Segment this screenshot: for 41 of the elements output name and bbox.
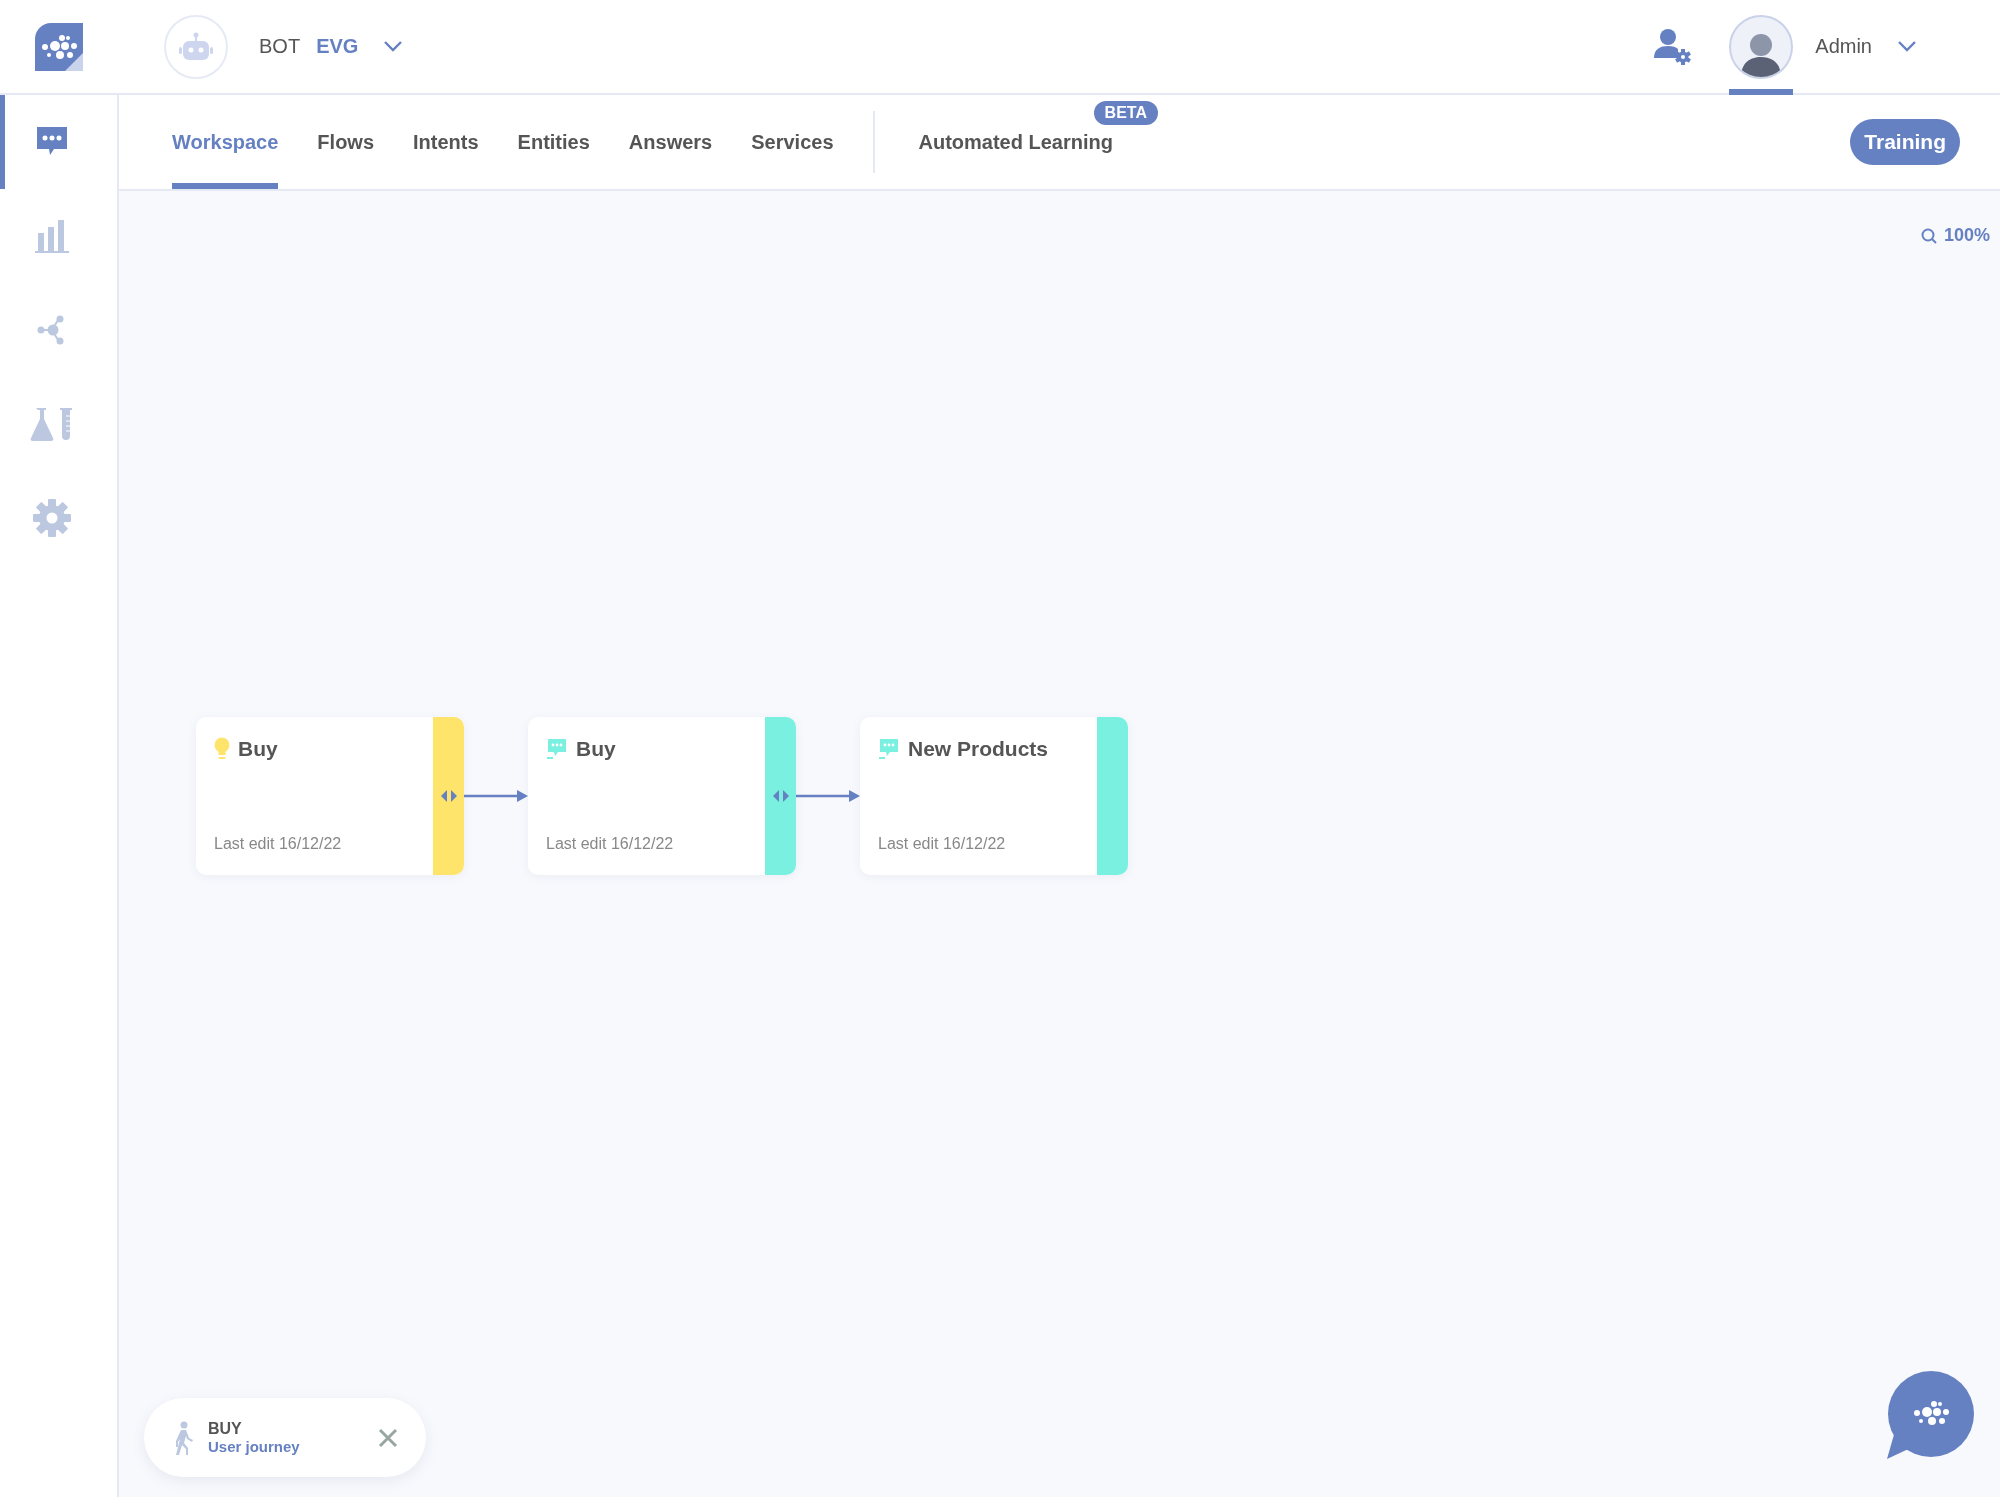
beta-badge: BETA	[1093, 101, 1158, 125]
zoom-level: 100%	[1943, 225, 1990, 246]
node-title: New Products	[908, 737, 1049, 761]
chat-icon	[546, 738, 568, 760]
journey-subtitle: User journey	[208, 1438, 301, 1455]
edge-arrow	[796, 789, 860, 803]
chat-launcher-icon[interactable]	[1885, 1371, 1975, 1461]
node-title: Buy	[238, 737, 278, 761]
handle-icon[interactable]	[439, 789, 458, 803]
bot-label: BOT	[259, 35, 301, 58]
bot-name[interactable]: EVG	[316, 35, 359, 58]
logo-icon[interactable]	[35, 22, 83, 71]
chat-icon	[878, 738, 900, 760]
tab[interactable]: Answers	[628, 95, 713, 189]
tab[interactable]: Flows	[317, 95, 375, 189]
journey-chip[interactable]: BUY User journey	[144, 1398, 426, 1477]
flow-node[interactable]: New Products Last edit 16/12/22	[860, 717, 1128, 875]
avatar-underline	[1729, 89, 1794, 95]
bar-chart-icon	[32, 218, 72, 254]
tab[interactable]: Intents	[413, 95, 479, 189]
robot-icon	[179, 31, 213, 62]
node-meta: Last edit 16/12/22	[214, 835, 343, 854]
handle-icon[interactable]	[771, 789, 790, 803]
tab[interactable]: Services	[751, 95, 834, 189]
close-button[interactable]	[378, 1427, 398, 1448]
chevron-down-icon[interactable]	[1898, 41, 1916, 52]
flow-node[interactable]: Buy Last edit 16/12/22	[528, 717, 796, 875]
settings-icon	[32, 498, 72, 538]
training-button[interactable]: Training	[1850, 119, 1960, 165]
journey-title: BUY	[208, 1420, 243, 1438]
flow-node[interactable]: Buy Last edit 16/12/22	[196, 717, 464, 875]
user-settings-icon[interactable]	[1653, 27, 1694, 66]
node-title: Buy	[576, 737, 616, 761]
node-meta: Last edit 16/12/22	[546, 835, 675, 854]
lightbulb-icon	[214, 737, 230, 761]
search-icon[interactable]	[1920, 227, 1937, 244]
tab[interactable]: Entities	[517, 95, 590, 189]
chevron-down-icon[interactable]	[384, 41, 403, 52]
edge-arrow	[464, 789, 528, 803]
user-name[interactable]: Admin	[1815, 35, 1872, 58]
node-meta: Last edit 16/12/22	[878, 835, 1007, 854]
